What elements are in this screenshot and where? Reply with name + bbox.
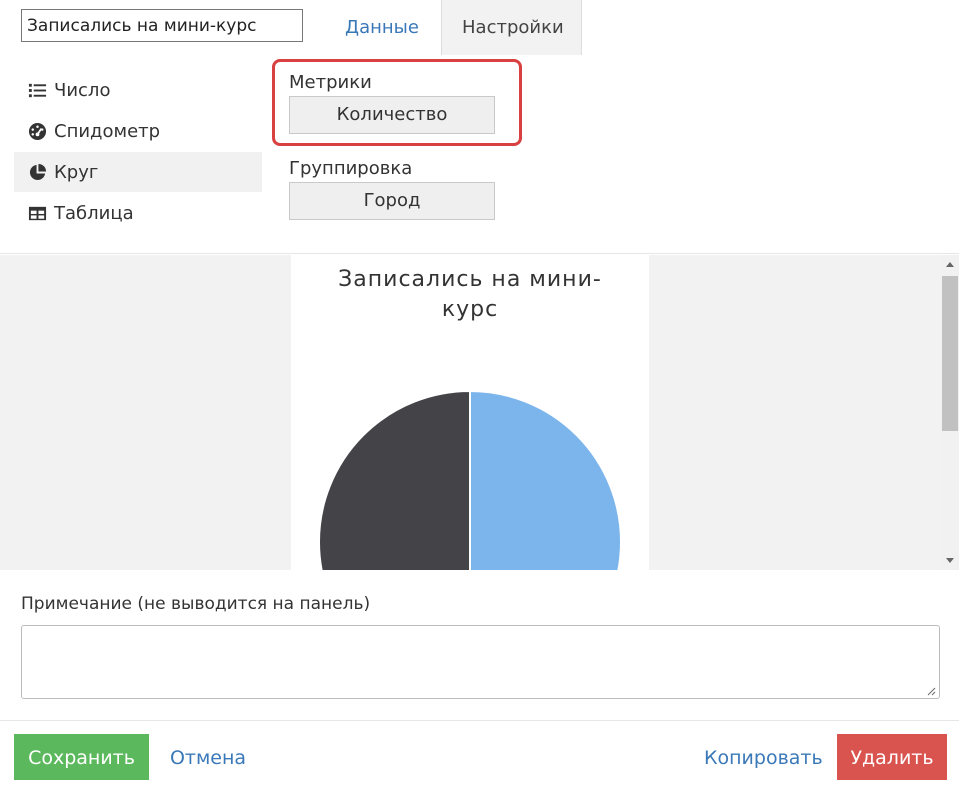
pie-slice-1[interactable]	[318, 389, 471, 570]
widget-title-input[interactable]	[21, 9, 303, 42]
scroll-thumb[interactable]	[942, 276, 958, 431]
scroll-down-icon[interactable]	[946, 558, 954, 563]
chart-title: Записались на мини-курс	[338, 267, 602, 322]
pie-chart-icon	[29, 163, 47, 180]
speedometer-icon	[28, 122, 47, 140]
viz-type-pie[interactable]: Круг	[14, 152, 262, 192]
metrics-highlight-frame	[272, 59, 522, 146]
chart-preview: Записались на мини-курс	[0, 255, 959, 570]
resize-grip-icon[interactable]	[926, 686, 936, 696]
grouping-button[interactable]: Город	[289, 182, 495, 220]
pie-slice-0[interactable]	[469, 389, 622, 570]
table-icon	[28, 206, 47, 220]
chart-card: Записались на мини-курс	[291, 255, 649, 570]
viz-type-label: Спидометр	[54, 120, 161, 142]
viz-type-label: Число	[54, 79, 111, 101]
viz-type-speedometer[interactable]: Спидометр	[14, 111, 262, 151]
top-bar: Данные Настройки	[0, 0, 959, 55]
preview-scrollbar[interactable]	[941, 255, 959, 570]
footer-divider	[0, 720, 959, 721]
list-icon	[28, 83, 47, 97]
note-label: Примечание (не выводится на панель)	[21, 594, 371, 614]
viz-type-number[interactable]: Число	[14, 70, 262, 110]
save-button[interactable]: Сохранить	[14, 734, 149, 780]
delete-button[interactable]: Удалить	[837, 734, 947, 780]
grouping-label: Группировка	[289, 158, 413, 179]
viz-type-table[interactable]: Таблица	[14, 193, 262, 233]
viz-type-label: Таблица	[54, 202, 134, 224]
tab-strip-bg-right	[582, 0, 959, 55]
note-textarea[interactable]	[21, 625, 940, 699]
tab-data[interactable]: Данные	[325, 0, 439, 55]
viz-type-label: Круг	[54, 161, 99, 183]
cancel-button[interactable]: Отмена	[158, 734, 258, 780]
tab-settings[interactable]: Настройки	[441, 0, 582, 55]
copy-button[interactable]: Копировать	[698, 734, 823, 780]
scroll-up-icon[interactable]	[946, 262, 954, 267]
